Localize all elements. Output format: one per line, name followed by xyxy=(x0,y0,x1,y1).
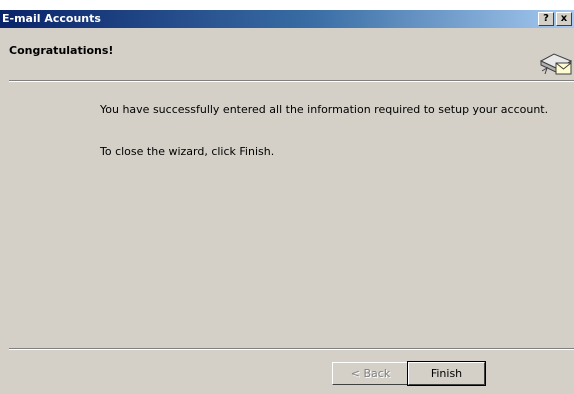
page-title: Congratulations! xyxy=(9,44,114,57)
wizard-header: Congratulations! xyxy=(0,28,574,79)
close-button[interactable]: x xyxy=(556,12,572,26)
close-instruction: To close the wizard, click Finish. xyxy=(100,145,275,158)
help-button[interactable]: ? xyxy=(538,12,554,26)
footer-divider xyxy=(9,348,574,350)
back-button[interactable]: < Back xyxy=(332,362,409,385)
window-title: E-mail Accounts xyxy=(2,12,101,25)
title-bar[interactable]: E-mail Accounts ? x xyxy=(0,10,574,28)
email-accounts-dialog: E-mail Accounts ? x Congratulations! You… xyxy=(0,10,574,394)
email-envelope-icon xyxy=(539,53,573,75)
success-message: You have successfully entered all the in… xyxy=(100,103,549,116)
header-divider xyxy=(9,80,574,82)
finish-button[interactable]: Finish xyxy=(407,361,486,386)
